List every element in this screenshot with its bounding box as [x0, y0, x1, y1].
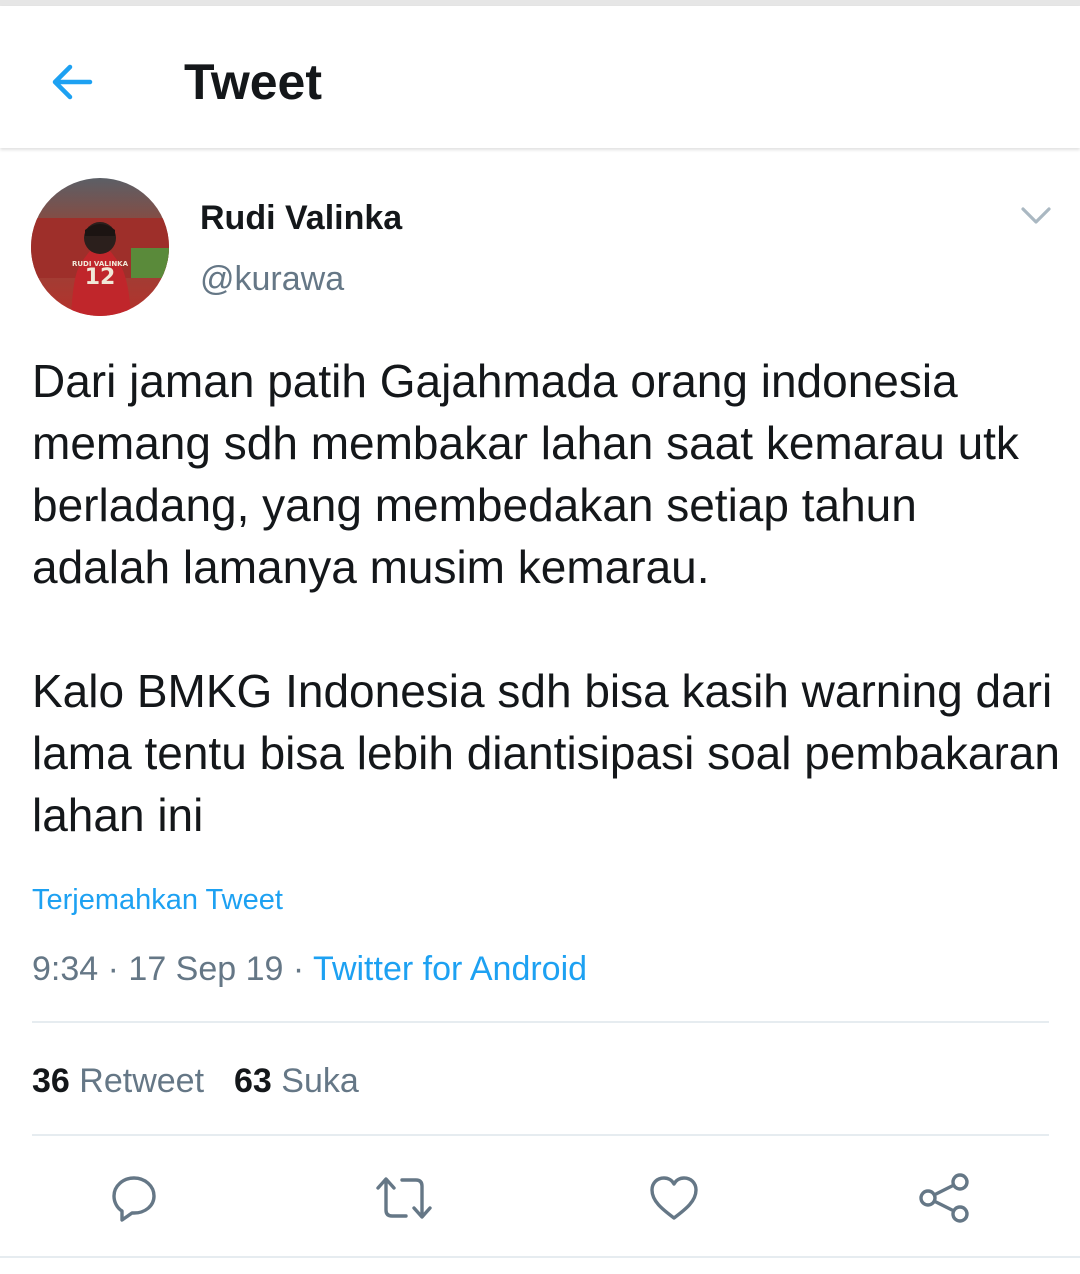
avatar-jersey-name: RUDI VALINKA: [72, 260, 129, 268]
chevron-down-icon: [1021, 207, 1051, 224]
reply-icon: [112, 1176, 156, 1222]
divider: [32, 1021, 1049, 1023]
tweet-meta: 9:34 · 17 Sep 19 · Twitter for Android: [32, 946, 587, 992]
tweet-text: Dari jaman patih Gajahmada orang indones…: [32, 350, 1062, 846]
tweet-paragraph: Dari jaman patih Gajahmada orang indones…: [32, 355, 1019, 593]
tweet-stats: 36 Retweet 63 Suka: [32, 1058, 359, 1104]
tweet-paragraph: Kalo BMKG Indonesia sdh bisa kasih warni…: [32, 665, 1060, 841]
translate-link[interactable]: Terjemahkan Tweet: [32, 880, 283, 920]
back-button[interactable]: [40, 50, 104, 114]
likes-label: Suka: [281, 1062, 359, 1100]
retweets-stat[interactable]: 36 Retweet: [32, 1062, 204, 1100]
arrow-left-icon: [52, 64, 93, 100]
likes-count: 63: [234, 1062, 272, 1100]
like-icon: [650, 1176, 698, 1220]
reply-button[interactable]: [104, 1168, 164, 1228]
share-button[interactable]: [914, 1168, 974, 1228]
top-app-bar: Tweet: [0, 6, 1080, 148]
likes-stat[interactable]: 63 Suka: [234, 1062, 359, 1100]
divider: [0, 1256, 1080, 1258]
retweets-label: Retweet: [79, 1062, 205, 1100]
share-icon: [919, 1173, 969, 1223]
avatar-jersey-number: 12: [85, 265, 116, 290]
tweet-date: 17 Sep 19: [128, 950, 284, 988]
divider: [32, 1134, 1049, 1136]
tweet-time: 9:34: [32, 950, 99, 988]
meta-separator: ·: [283, 950, 314, 988]
avatar-image: 12 RUDI VALINKA: [31, 178, 169, 316]
avatar[interactable]: 12 RUDI VALINKA: [31, 178, 169, 316]
like-button[interactable]: [644, 1168, 704, 1228]
source-link[interactable]: Twitter for Android: [313, 950, 587, 988]
author-name[interactable]: Rudi Valinka: [200, 198, 402, 238]
retweets-count: 36: [32, 1062, 70, 1100]
author-handle[interactable]: @kurawa: [200, 259, 344, 299]
page-title: Tweet: [184, 54, 322, 110]
retweet-button[interactable]: [374, 1168, 434, 1228]
retweet-icon: [376, 1177, 432, 1219]
meta-separator: ·: [98, 950, 129, 988]
tweet-menu-button[interactable]: [1014, 196, 1058, 236]
